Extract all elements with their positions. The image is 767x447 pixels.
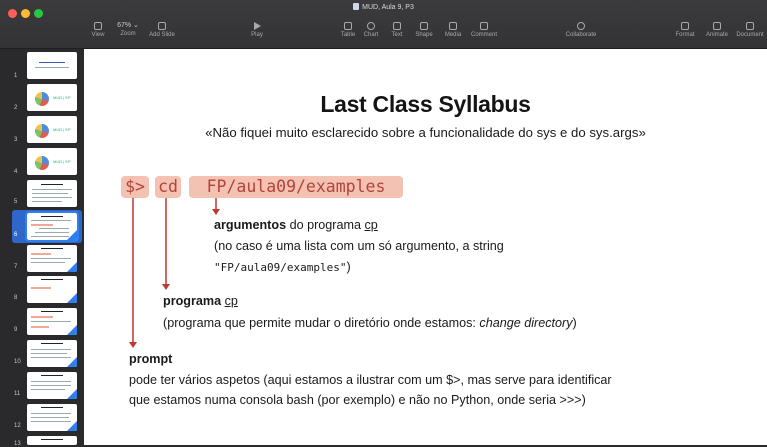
slide-number: 11 [14,391,21,397]
programa-line-2-end: ) [572,316,577,330]
play-label: Play [251,32,263,38]
pie-icon [35,156,49,170]
programa-arrow-head [162,284,170,290]
prompt-line-3: que estamos numa consola bash (por exemp… [129,393,586,407]
thumb-text: MUD | EP [53,127,71,132]
slide-number: 9 [14,327,18,333]
add-slide-label: Add Slide [149,32,175,38]
media-label: Media [444,32,462,38]
argumentos-term: argumentos [214,218,287,232]
document-icon [746,22,754,30]
shape-icon [420,22,428,30]
programa-cp-term: cp [224,294,238,308]
slide-thumbnail[interactable]: MUD | EP [27,84,77,111]
animate-icon [713,22,721,30]
pie-icon [35,92,49,106]
text-label: Text [391,32,403,38]
document-button[interactable]: Document [730,22,767,38]
slide-number: 5 [14,199,18,205]
slide-corner-icon [67,293,77,303]
comment-icon [480,22,488,30]
format-label: Format [675,32,695,38]
slide-number: 2 [14,105,18,111]
sidebar-icon [94,22,102,30]
slide-navigator[interactable]: 1 2 MUD | EP 3 MUD | EP 4 MUD | EP 5 6 7 [0,49,84,447]
play-icon [253,22,261,30]
slide-thumbnail[interactable]: MUD | EP [27,148,77,175]
argumentos-mid-text: do programa [286,218,365,232]
slide-corner-icon [67,357,77,367]
argumentos-line-3: "FP/aula09/examples") [214,260,351,274]
slide-number: 12 [14,423,21,429]
text-icon [393,22,401,30]
slide-number: 10 [14,359,21,365]
slide-corner-icon [67,421,77,431]
slide-corner-icon [67,325,77,335]
argumentos-arrow-head [212,209,220,215]
window-title-text: MUD, Aula 9, P3 [362,4,414,11]
slide-thumbnail[interactable] [27,308,77,335]
prompt-arrow-head [129,342,137,348]
window-title: MUD, Aula 9, P3 [0,3,767,11]
view-label: View [91,32,105,38]
programa-line-2: (programa que permite mudar o diretório … [163,316,577,330]
animate-label: Animate [705,32,728,38]
prompt-heading: prompt [129,352,172,366]
prompt-line-2: pode ter vários aspetos (aqui estamos a … [129,373,612,387]
prompt-term: prompt [129,352,173,366]
collaborate-button[interactable]: Collaborate [561,22,601,38]
slide-thumbnail[interactable] [27,52,77,79]
zoom-label: Zoom [120,31,136,37]
thumb-text: MUD | EP [53,95,71,100]
keynote-file-icon [353,3,360,10]
slide-thumbnail[interactable] [27,340,77,367]
comment-label: Comment [470,32,497,38]
thumb-text: MUD | EP [53,159,71,164]
media-icon [449,22,457,30]
slide-number: 1 [14,73,18,79]
slide-thumbnail[interactable] [27,245,77,272]
chart-icon [367,22,375,30]
slide-thumbnail[interactable] [27,436,77,445]
slide-number: 13 [14,441,21,447]
pie-icon [35,124,49,138]
slide-thumbnail[interactable] [27,372,77,399]
slide-corner-icon [67,262,77,272]
argumentos-cp-term: cp [364,218,378,232]
slide-thumbnail[interactable] [27,404,77,431]
slide-corner-icon [67,230,77,240]
slide-number: 7 [14,264,18,270]
add-slide-button[interactable]: Add Slide [142,22,182,38]
programa-line-2-start: (programa que permite mudar o diretório … [163,316,480,330]
add-slide-icon [158,22,166,30]
format-brush-icon [681,22,689,30]
title-bar: MUD, Aula 9, P3 View 67% ⌄ Zoom Add Slide… [0,0,767,49]
slide-number: 6 [14,232,18,238]
slide-thumbnail[interactable]: MUD | EP [27,116,77,143]
slide-thumbnail-selected[interactable] [25,211,79,242]
slide-canvas[interactable]: Last Class Syllabus «Não fiquei muito es… [84,49,767,445]
argumentos-line-2: (no caso é uma lista com um só argumento… [214,239,504,253]
play-button[interactable]: Play [237,22,277,38]
slide-corner-icon [67,389,77,399]
argumentos-heading: argumentos do programa cp [214,218,378,232]
document-label: Document [736,32,764,38]
programa-line-2-italic: change directory [479,316,573,330]
comment-button[interactable]: Comment [464,22,504,38]
collaborate-label: Collaborate [565,32,597,38]
slide-thumbnail[interactable] [27,276,77,303]
slide-thumbnail[interactable] [27,180,77,207]
argumentos-string: "FP/aula09/examples" [214,261,347,274]
slide-number: 8 [14,295,18,301]
collaborate-icon [577,22,585,30]
programa-heading: programa cp [163,294,238,308]
argumentos-line-3-end: ) [346,260,351,274]
programa-term: programa [163,294,222,308]
slide-number: 4 [14,169,18,175]
slide-number: 3 [14,137,18,143]
shape-label: Shape [415,32,433,38]
